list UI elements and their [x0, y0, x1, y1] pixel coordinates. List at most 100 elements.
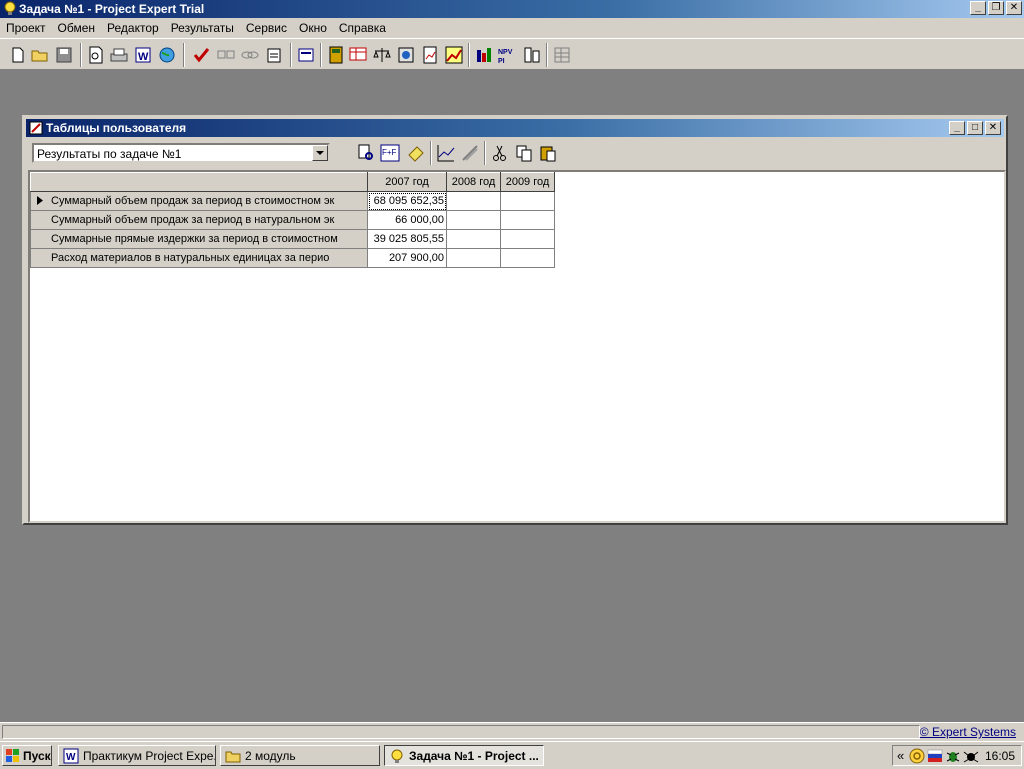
menu-exchange[interactable]: Обмен — [52, 18, 102, 38]
row-header[interactable]: Суммарный объем продаж за период в натур… — [30, 210, 368, 230]
menu-editor[interactable]: Редактор — [101, 18, 165, 38]
child-maximize-button[interactable]: □ — [967, 121, 983, 135]
finance-icon[interactable] — [396, 45, 416, 65]
building-icon[interactable] — [522, 45, 542, 65]
lightbulb-icon — [4, 1, 16, 15]
grid-cell[interactable]: 68 095 652,35 — [367, 191, 447, 211]
taskbar-item-project-expert[interactable]: Задача №1 - Project ... — [384, 745, 544, 766]
expert-systems-link[interactable]: © Expert Systems — [920, 725, 1016, 739]
menu-help[interactable]: Справка — [333, 18, 392, 38]
checkbox-icon[interactable] — [216, 45, 236, 65]
grid-cell[interactable] — [500, 248, 555, 268]
status-bar: © Expert Systems — [0, 722, 1024, 741]
windows-logo-icon — [6, 749, 19, 762]
row-label: Суммарный объем продаж за период в стоим… — [51, 195, 335, 207]
search-doc-icon[interactable] — [356, 143, 376, 163]
svg-text:PI: PI — [498, 58, 505, 65]
row-header[interactable]: Суммарные прямые издержки за период в ст… — [30, 229, 368, 249]
print-preview-icon[interactable] — [86, 45, 106, 65]
taskbar-item-word[interactable]: W Практикум Project Expe... — [58, 745, 216, 766]
new-file-icon[interactable] — [8, 45, 28, 65]
child-toolbar: Результаты по задаче №1 F+F — [26, 139, 1004, 167]
taskbar-item-folder[interactable]: 2 модуль — [220, 745, 380, 766]
row-header[interactable]: Расход материалов в натуральных единицах… — [30, 248, 368, 268]
row-header[interactable]: Суммарный объем продаж за период в стоим… — [30, 191, 368, 211]
spider-icon[interactable] — [963, 748, 979, 764]
russian-flag-icon[interactable] — [927, 748, 943, 764]
grid-cell[interactable] — [500, 210, 555, 230]
word-export-icon[interactable]: W — [133, 45, 153, 65]
calculator-icon[interactable] — [326, 45, 346, 65]
project-icon[interactable] — [296, 45, 316, 65]
svg-text:F+F: F+F — [382, 148, 397, 157]
column-header[interactable]: 2009 год — [500, 172, 555, 192]
window-title: Задача №1 - Project Expert Trial — [19, 2, 205, 16]
column-header[interactable]: 2008 год — [446, 172, 501, 192]
svg-text:W: W — [138, 51, 149, 63]
grid-cell[interactable] — [446, 229, 501, 249]
child-minimize-button[interactable]: _ — [949, 121, 965, 135]
report-icon[interactable] — [420, 45, 440, 65]
grid-icon[interactable] — [552, 45, 572, 65]
close-button[interactable]: ✕ — [1006, 1, 1022, 15]
menu-results[interactable]: Результаты — [165, 18, 240, 38]
table-icon[interactable] — [474, 45, 494, 65]
column-header[interactable]: 2007 год — [367, 172, 447, 192]
grid-cell[interactable] — [500, 229, 555, 249]
table-row[interactable]: Суммарный объем продаж за период в стоим… — [30, 191, 555, 211]
at-sign-icon[interactable] — [909, 748, 925, 764]
svg-text:NPV: NPV — [498, 49, 513, 56]
main-title-bar[interactable]: Задача №1 - Project Expert Trial _ ❐ ✕ — [0, 0, 1024, 18]
menu-window[interactable]: Окно — [293, 18, 333, 38]
grid-cell[interactable] — [446, 248, 501, 268]
start-button[interactable]: Пуск — [2, 745, 52, 766]
open-folder-icon[interactable] — [30, 45, 50, 65]
tray-expand-chevron[interactable]: « — [897, 748, 904, 763]
grid-cell[interactable] — [446, 191, 501, 211]
word-doc-icon: W — [63, 748, 79, 764]
start-label: Пуск — [23, 749, 51, 763]
clipboard-icon[interactable] — [264, 45, 284, 65]
bar-chart-icon[interactable] — [460, 143, 480, 163]
user-tables-window: Таблицы пользователя _ □ ✕ Результаты по… — [22, 115, 1008, 525]
child-close-button[interactable]: ✕ — [985, 121, 1001, 135]
chart-icon[interactable] — [444, 45, 464, 65]
line-chart-icon[interactable] — [436, 143, 456, 163]
lightbulb-icon — [391, 749, 403, 763]
table-row[interactable]: Суммарные прямые издержки за период в ст… — [30, 229, 555, 249]
menu-project[interactable]: Проект — [0, 18, 52, 38]
save-disk-icon[interactable] — [54, 45, 74, 65]
bug-icon[interactable] — [945, 748, 961, 764]
grid-cell[interactable]: 66 000,00 — [367, 210, 447, 230]
menu-bar: Проект Обмен Редактор Результаты Сервис … — [0, 18, 1024, 38]
scales-icon[interactable] — [372, 45, 392, 65]
cashflow-icon[interactable] — [348, 45, 368, 65]
taskbar: Пуск W Практикум Project Expe... 2 модул… — [0, 741, 1024, 769]
table-row[interactable]: Расход материалов в натуральных единицах… — [30, 248, 555, 268]
link-icon[interactable] — [240, 45, 260, 65]
system-tray: « 16:05 — [892, 745, 1022, 766]
grid-cell[interactable]: 207 900,00 — [367, 248, 447, 268]
eraser-icon[interactable] — [406, 143, 426, 163]
grid-cell[interactable]: 39 025 805,55 — [367, 229, 447, 249]
print-icon[interactable] — [109, 45, 129, 65]
grid-cell[interactable] — [446, 210, 501, 230]
data-grid[interactable]: 2007 год 2008 год 2009 год Суммарный объ… — [28, 170, 1006, 523]
taskbar-item-label: Практикум Project Expe... — [83, 749, 216, 763]
cut-icon[interactable] — [490, 143, 510, 163]
globe-icon[interactable] — [157, 45, 177, 65]
paste-icon[interactable] — [538, 143, 558, 163]
chevron-down-icon[interactable] — [312, 145, 328, 161]
menu-service[interactable]: Сервис — [240, 18, 293, 38]
child-title-bar[interactable]: Таблицы пользователя _ □ ✕ — [26, 119, 1004, 137]
svg-text:W: W — [66, 752, 76, 763]
check-icon[interactable] — [192, 45, 212, 65]
table-select-dropdown[interactable]: Результаты по задаче №1 — [32, 143, 330, 163]
npv-irr-icon[interactable]: NPV PI — [498, 45, 518, 65]
table-row[interactable]: Суммарный объем продаж за период в натур… — [30, 210, 555, 230]
grid-cell[interactable] — [500, 191, 555, 211]
copy-icon[interactable] — [514, 143, 534, 163]
formula-icon[interactable]: F+F — [380, 143, 400, 163]
minimize-button[interactable]: _ — [970, 1, 986, 15]
restore-button[interactable]: ❐ — [988, 1, 1004, 15]
